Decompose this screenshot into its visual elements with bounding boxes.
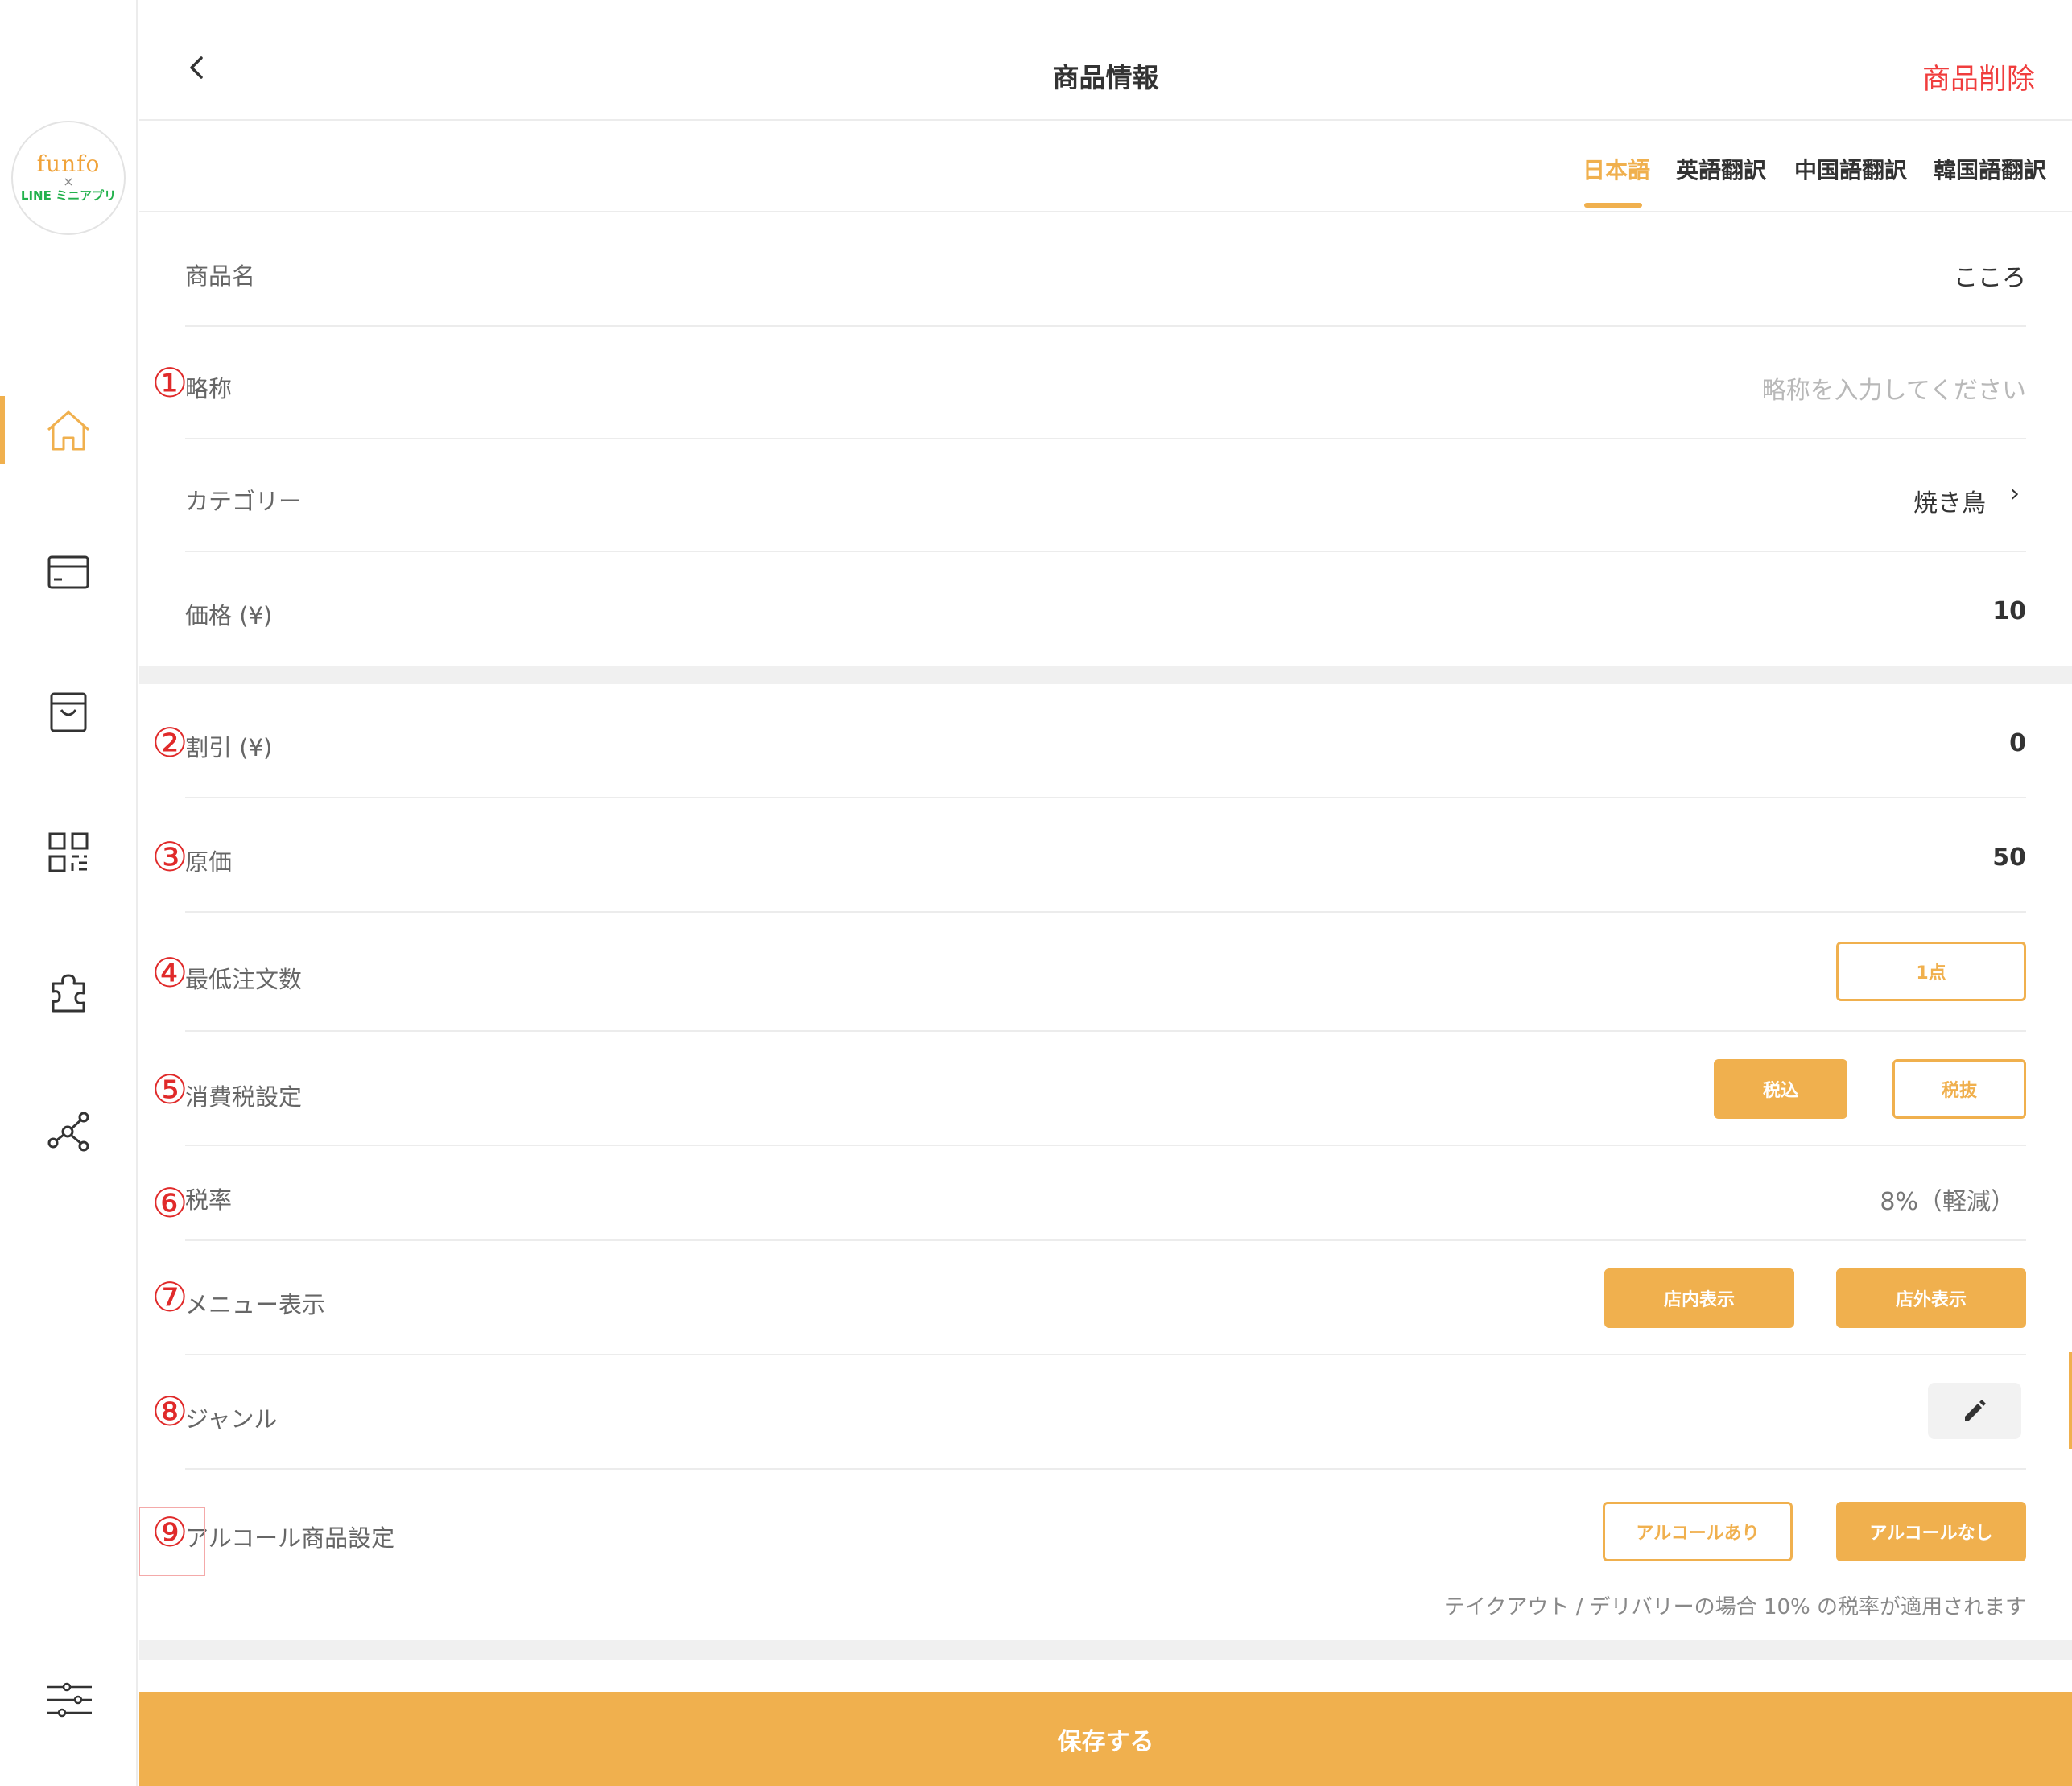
tab-japanese[interactable]: 日本語 [1583,153,1650,185]
field-value: 焼き鳥 [1913,489,1986,518]
min-order-button[interactable]: 1点 [1836,942,2026,1001]
shopping-bag-icon[interactable] [42,686,95,739]
field-label: アルコール商品設定 [185,1524,395,1552]
field-short-name[interactable]: 略称 略称を入力してください [185,327,2026,439]
language-tabs: 日本語 英語翻訳 中国語翻訳 韓国語翻訳 [139,122,2072,212]
main-panel: 商品情報 商品削除 日本語 英語翻訳 中国語翻訳 韓国語翻訳 商品名 こころ 略… [139,0,2072,1786]
field-label: ジャンル [185,1405,278,1433]
sidebar: funfo × LINE ミニアプリ [0,0,138,1786]
field-discount[interactable]: 割引 (¥) 0 [185,684,2026,798]
field-label: メニュー表示 [185,1291,326,1318]
edit-genre-button[interactable] [1928,1383,2021,1439]
app-logo: funfo × LINE ミニアプリ [11,121,126,235]
annotation-marker: ④ [151,950,188,996]
out-store-display-button[interactable]: 店外表示 [1836,1268,2026,1328]
field-value: こころ [1954,264,2026,292]
page-title: 商品情報 [1052,62,1159,93]
field-category[interactable]: カテゴリー 焼き鳥 › [185,439,2026,552]
field-menu-display: メニュー表示 店内表示 店外表示 [185,1241,2026,1355]
field-label: 価格 (¥) [185,602,273,629]
puzzle-icon[interactable] [42,966,95,1019]
annotation-marker: ⑧ [151,1388,188,1435]
field-value: 10 [1992,597,2026,625]
nav-active-indicator [0,396,5,464]
delete-product-button[interactable]: 商品削除 [1922,56,2035,97]
tax-excluded-button[interactable]: 税抜 [1892,1059,2026,1119]
field-value: 8%（軽減） [1880,1188,2015,1216]
settings-sliders-icon[interactable] [42,1674,95,1727]
tax-note: テイクアウト / デリバリーの場合 10% の税率が適用されます [1443,1595,2026,1619]
field-min-order: 最低注文数 1点 [185,913,2026,1032]
logo-cross: × [63,174,74,189]
section-divider [139,666,2072,684]
field-tax-setting: 消費税設定 税込 税抜 [185,1032,2026,1146]
annotation-marker: ⑦ [151,1274,188,1321]
scroll-indicator [2069,1352,2072,1449]
field-cost[interactable]: 原価 50 [185,798,2026,913]
in-store-display-button[interactable]: 店内表示 [1604,1268,1794,1328]
header-bar: 商品情報 商品削除 [139,0,2072,121]
save-button[interactable]: 保存する [139,1692,2072,1786]
annotation-marker: ⑨ [151,1509,188,1556]
alcohol-yes-button[interactable]: アルコールあり [1603,1502,1793,1561]
field-label: 割引 (¥) [185,734,273,761]
network-icon[interactable] [42,1106,95,1159]
annotation-marker: ③ [151,834,188,881]
annotation-marker: ⑤ [151,1066,188,1113]
annotation-marker: ② [151,720,188,766]
field-value: 50 [1992,844,2026,872]
annotation-marker: ① [151,360,188,406]
annotation-marker: ⑥ [151,1180,188,1227]
logo-funfo: funfo [36,151,101,177]
field-label: 消費税設定 [185,1083,303,1111]
chevron-right-icon: › [2010,480,2020,508]
logo-line-mini-app: LINE ミニアプリ [20,188,117,203]
tab-korean[interactable]: 韓国語翻訳 [1934,153,2046,185]
field-label: カテゴリー [185,488,303,515]
pencil-icon [1965,1400,1986,1421]
field-value: 0 [2009,729,2026,757]
field-tax-rate[interactable]: 税率 8%（軽減） [185,1146,2026,1241]
field-label: 商品名 [185,262,256,290]
short-name-input[interactable]: 略称を入力してください [1762,370,2026,406]
field-label: 最低注文数 [185,966,303,993]
tax-included-button[interactable]: 税込 [1714,1059,1847,1119]
qr-code-icon[interactable] [42,826,95,879]
home-icon[interactable] [42,404,95,457]
tab-chinese[interactable]: 中国語翻訳 [1794,153,1907,185]
active-tab-indicator [1584,203,1642,208]
tab-english[interactable]: 英語翻訳 [1676,153,1766,185]
field-genre: ジャンル [185,1355,2026,1470]
section-divider [139,1640,2072,1660]
alcohol-no-button[interactable]: アルコールなし [1836,1502,2026,1561]
field-price[interactable]: 価格 (¥) 10 [185,552,2026,666]
card-icon[interactable] [42,546,95,599]
field-name[interactable]: 商品名 こころ [185,214,2026,327]
